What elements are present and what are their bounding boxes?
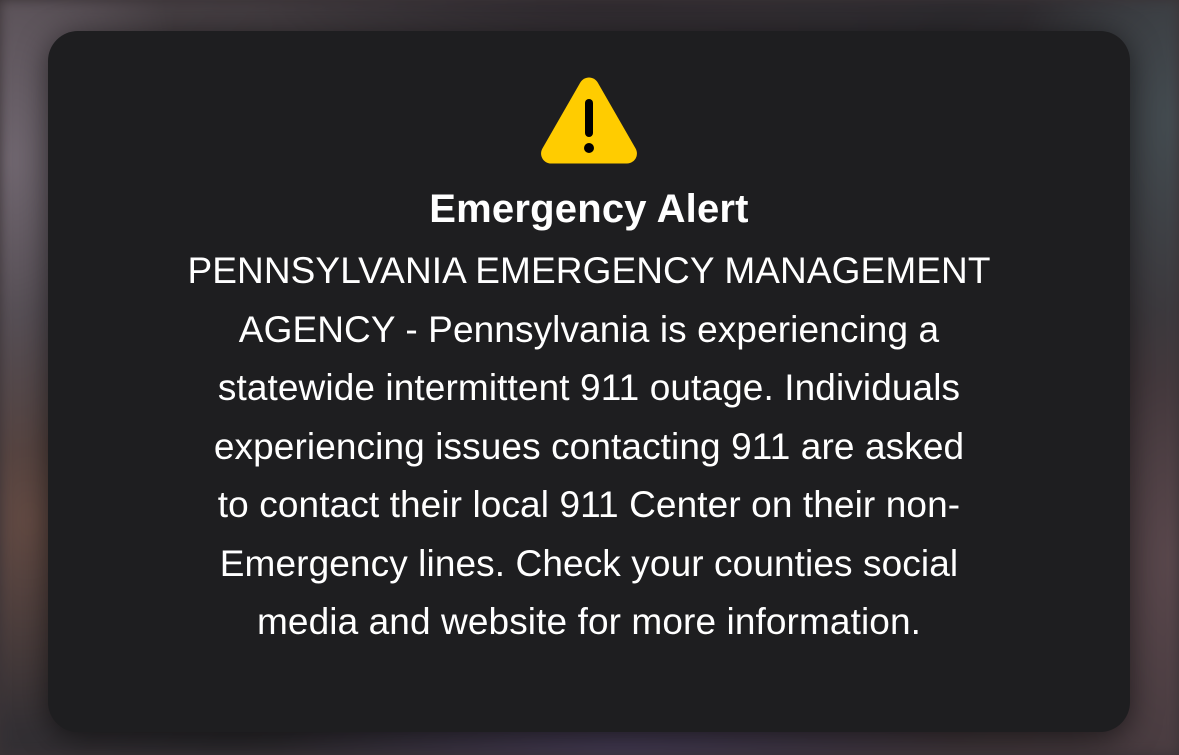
emergency-alert-dialog[interactable]: Emergency Alert PENNSYLVANIA EMERGENCY M…	[48, 31, 1130, 732]
warning-triangle-icon	[541, 77, 637, 164]
alert-message: PENNSYLVANIA EMERGENCY MANAGEMENT AGENCY…	[187, 250, 991, 642]
alert-title: Emergency Alert	[429, 187, 749, 231]
